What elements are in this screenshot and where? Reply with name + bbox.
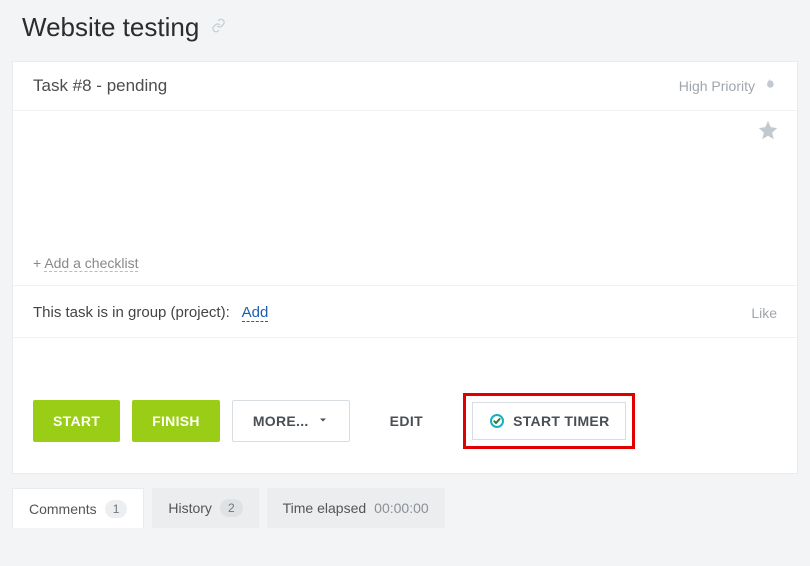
add-checklist-label: Add a checklist: [44, 255, 138, 272]
priority-label: High Priority: [679, 78, 755, 94]
star-row: [13, 111, 797, 147]
more-label: MORE...: [253, 413, 309, 429]
tab-time-elapsed-value: 00:00:00: [374, 500, 429, 516]
star-icon[interactable]: [757, 119, 779, 147]
tab-time-elapsed[interactable]: Time elapsed 00:00:00: [267, 488, 445, 528]
tab-history-count: 2: [220, 499, 243, 517]
flame-icon: [761, 77, 777, 96]
tab-time-elapsed-label: Time elapsed: [283, 500, 367, 516]
group-container: This task is in group (project): Add: [33, 304, 268, 321]
start-timer-button[interactable]: START TIMER: [472, 402, 626, 440]
like-button[interactable]: Like: [751, 305, 777, 321]
group-add-link[interactable]: Add: [242, 304, 269, 322]
tab-comments-label: Comments: [29, 501, 97, 517]
start-button[interactable]: START: [33, 400, 120, 442]
start-timer-highlight: START TIMER: [463, 393, 635, 449]
finish-button[interactable]: FINISH: [132, 400, 220, 442]
tab-history[interactable]: History 2: [152, 488, 258, 528]
page-title-row: Website testing: [0, 0, 810, 61]
actions-row: START FINISH MORE... EDIT START TIMER: [13, 393, 797, 473]
timer-check-icon: [489, 413, 505, 429]
edit-button[interactable]: EDIT: [390, 413, 424, 429]
task-name: Task #8 - pending: [33, 76, 167, 96]
group-text: This task is in group (project):: [33, 304, 230, 321]
link-icon[interactable]: [211, 18, 226, 37]
chevron-down-icon: [317, 414, 329, 429]
add-checklist-link[interactable]: + Add a checklist: [33, 255, 138, 272]
task-header: Task #8 - pending High Priority: [13, 62, 797, 111]
tabs-row: Comments 1 History 2 Time elapsed 00:00:…: [0, 474, 810, 528]
tab-comments-count: 1: [105, 500, 128, 518]
task-description-area[interactable]: [13, 147, 797, 247]
tab-comments[interactable]: Comments 1: [12, 488, 144, 528]
more-button[interactable]: MORE...: [232, 400, 350, 442]
priority-badge[interactable]: High Priority: [679, 77, 777, 96]
checklist-row: + Add a checklist: [13, 247, 797, 286]
tab-history-label: History: [168, 500, 212, 516]
start-timer-label: START TIMER: [513, 413, 609, 429]
spacer: [13, 338, 797, 393]
plus-icon: +: [33, 255, 41, 271]
group-row: This task is in group (project): Add Lik…: [13, 286, 797, 338]
page-title: Website testing: [22, 12, 199, 43]
task-card: Task #8 - pending High Priority + Add a …: [12, 61, 798, 474]
